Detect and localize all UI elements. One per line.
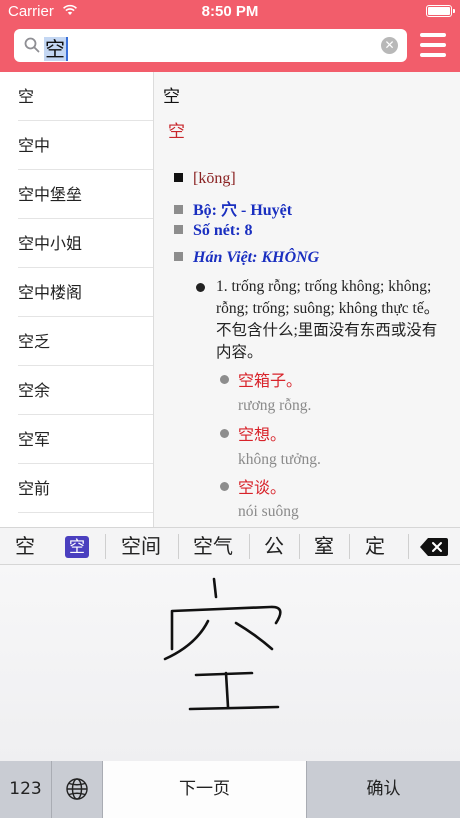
list-item[interactable]: 空前 [0, 464, 154, 513]
square-bullet-icon [174, 205, 183, 214]
pinyin-row: [kōng] [174, 170, 236, 188]
backspace-icon[interactable] [420, 538, 448, 556]
radical-row: Bộ: 穴 - Huyệt [174, 196, 292, 220]
example-word: 空想。 [238, 425, 287, 444]
list-item[interactable]: 空余 [0, 366, 154, 415]
square-bullet-icon [174, 225, 183, 234]
list-item[interactable]: 空乏 [0, 317, 154, 366]
word-list: 空 空中 空中堡垒 空中小姐 空中楼阁 空乏 空余 空军 空前 [0, 72, 154, 527]
menu-icon [420, 53, 446, 57]
numbers-key[interactable]: 123 [0, 761, 51, 818]
candidate-bar: 空 空 空间 空气 公 窒 定 [0, 527, 460, 565]
clear-icon[interactable]: ✕ [381, 37, 398, 54]
status-time: 8:50 PM [201, 3, 259, 20]
strokes-row: Số nét: 8 [174, 222, 253, 240]
candidate-separator [408, 534, 409, 559]
bullet-dot-icon [220, 482, 229, 491]
globe-key[interactable] [52, 761, 102, 818]
bullet-dot-icon [196, 283, 205, 292]
candidate-item[interactable]: 空 [0, 528, 50, 565]
radical-text: Bộ: 穴 - Huyệt [193, 202, 293, 219]
search-input[interactable]: 空 [44, 33, 374, 61]
example-translation: không tưởng. [238, 451, 321, 468]
list-item[interactable]: 空 [0, 72, 154, 121]
next-page-key[interactable]: 下一页 [103, 761, 306, 818]
list-item[interactable]: 空中堡垒 [0, 170, 154, 219]
confirm-key[interactable]: 确认 [307, 761, 460, 818]
globe-icon [66, 778, 88, 800]
search-icon [24, 37, 40, 53]
pinyin-text: [kōng] [193, 170, 236, 187]
definition-headword: 空 [163, 87, 180, 107]
example-word: 空箱子。 [238, 371, 303, 390]
candidate-item[interactable]: 定 [350, 528, 400, 565]
example-word: 空谈。 [238, 478, 287, 497]
candidate-item[interactable]: 空气 [179, 528, 247, 565]
bullet-dot-icon [220, 375, 229, 384]
example-translation: rương rỗng. [238, 397, 312, 414]
app-header: Carrier 8:50 PM 空 ✕ [0, 0, 460, 72]
meaning-text: 1. trống rỗng; trống không; không; rỗng;… [216, 278, 440, 361]
search-box[interactable]: 空 ✕ [14, 29, 407, 62]
handwriting-strokes [163, 577, 282, 711]
menu-icon [420, 33, 446, 37]
han-viet-row: Hán Việt: KHÔNG [174, 249, 319, 267]
strokes-text: Số nét: 8 [193, 222, 253, 239]
search-query-text: 空 [44, 37, 68, 61]
list-item[interactable]: 空军 [0, 415, 154, 464]
square-bullet-icon [174, 252, 183, 261]
handwriting-pad[interactable] [0, 565, 460, 761]
square-bullet-icon [174, 173, 183, 182]
candidate-badge[interactable]: 空 [65, 536, 89, 558]
han-viet-text: Hán Việt: KHÔNG [193, 249, 320, 266]
candidate-item[interactable]: 公 [250, 528, 298, 565]
bullet-dot-icon [220, 429, 229, 438]
list-item[interactable]: 空中 [0, 121, 154, 170]
definition-headword-red: 空 [168, 122, 185, 142]
definition-panel[interactable]: 空 空 [kōng] Bộ: 穴 - Huyệt Số nét: 8 Hán V… [154, 72, 460, 527]
list-item[interactable]: 空中小姐 [0, 219, 154, 268]
list-item[interactable]: 空中楼阁 [0, 268, 154, 317]
candidate-item[interactable]: 窒 [300, 528, 348, 565]
keyboard-bottom-row: 123 下一页 确认 [0, 761, 460, 818]
candidate-item[interactable]: 空间 [106, 528, 176, 565]
status-bar: Carrier 8:50 PM [0, 0, 460, 22]
menu-icon [420, 43, 446, 47]
example-translation: nói suông [238, 503, 299, 520]
menu-button[interactable] [420, 32, 446, 58]
battery-icon [426, 5, 455, 17]
